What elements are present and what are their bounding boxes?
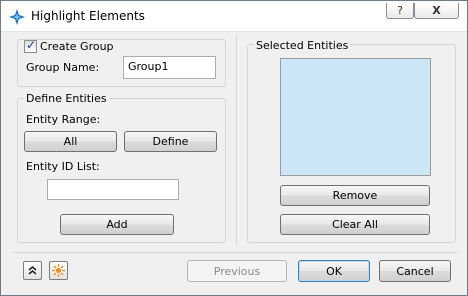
previous-button[interactable]: Previous [187, 260, 287, 282]
help-label: ? [397, 4, 403, 17]
create-group-label: Create Group [40, 40, 114, 53]
close-label: X [432, 4, 441, 17]
selected-entities-list[interactable] [280, 58, 431, 176]
double-chevron-up-icon [28, 266, 37, 275]
sunburst-icon [52, 264, 65, 277]
group-name-input[interactable]: Group1 [123, 56, 216, 79]
clear-all-button[interactable]: Clear All [280, 214, 430, 235]
remove-button[interactable]: Remove [280, 185, 430, 206]
selected-entities-legend: Selected Entities [254, 39, 351, 52]
define-button[interactable]: Define [124, 131, 217, 152]
entity-range-label: Entity Range: [26, 113, 101, 126]
define-entities-legend: Define Entities [24, 92, 109, 105]
entity-id-list-label: Entity ID List: [26, 160, 100, 173]
group-name-label: Group Name: [26, 61, 100, 74]
create-group-checkbox[interactable]: ✓ [24, 38, 37, 53]
ok-button[interactable]: OK [298, 260, 370, 282]
panel-divider [236, 35, 237, 245]
highlight-button[interactable] [49, 261, 68, 280]
app-star-icon [9, 9, 25, 25]
cancel-button[interactable]: Cancel [379, 260, 451, 282]
window-title: Highlight Elements [31, 9, 145, 23]
highlight-elements-dialog: Highlight Elements ? X ✓ Create Group Gr… [0, 0, 468, 296]
title-bar: Highlight Elements ? X [1, 1, 467, 32]
close-button[interactable]: X [414, 3, 459, 19]
entity-id-list-input[interactable] [47, 179, 179, 200]
footer-divider [13, 252, 457, 253]
all-button[interactable]: All [24, 131, 117, 152]
help-button[interactable]: ? [386, 3, 414, 19]
add-button[interactable]: Add [60, 214, 174, 235]
collapse-button[interactable] [23, 261, 42, 280]
check-icon: ✓ [26, 38, 37, 52]
